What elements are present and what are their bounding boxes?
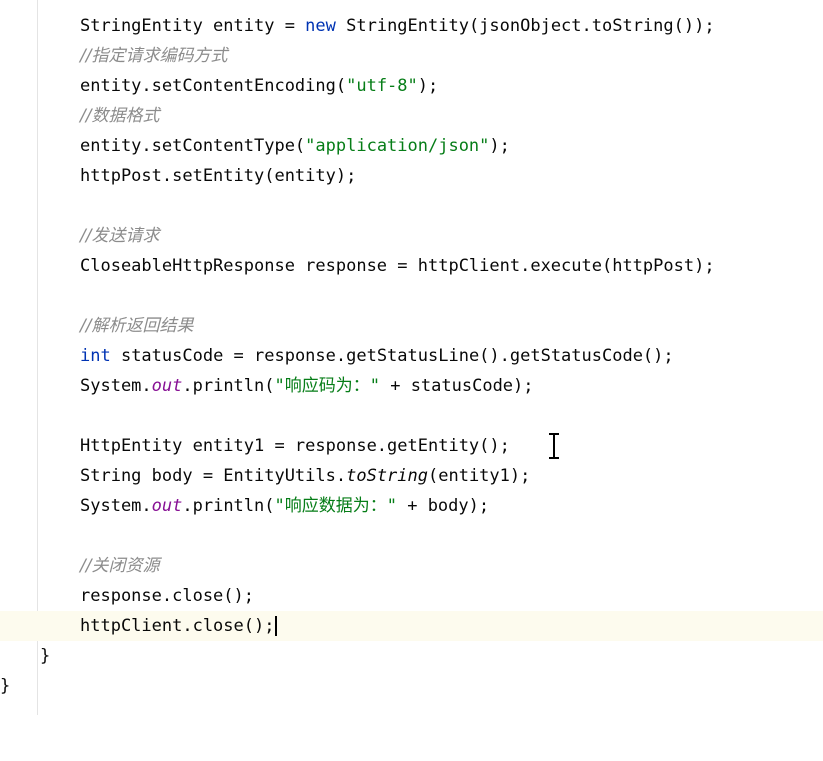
- code-line: }: [0, 641, 823, 671]
- code-line: //关闭资源: [0, 551, 823, 581]
- string-literal: "响应数据为：": [274, 496, 397, 516]
- code-line: //指定请求编码方式: [0, 41, 823, 71]
- code-text: httpPost.setEntity(entity);: [80, 166, 357, 186]
- code-line: HttpEntity entity1 = response.getEntity(…: [0, 431, 823, 461]
- comment: //解析返回结果: [80, 316, 194, 336]
- code-line: StringEntity entity = new StringEntity(j…: [0, 11, 823, 41]
- code-text: }: [40, 646, 51, 666]
- code-line: //解析返回结果: [0, 311, 823, 341]
- static-method: toString: [346, 466, 428, 486]
- code-text: System.: [80, 376, 152, 396]
- code-text: System.: [80, 496, 152, 516]
- code-text: String body = EntityUtils.: [80, 466, 347, 486]
- comment: //发送请求: [80, 226, 160, 246]
- code-editor[interactable]: StringEntity entity = new StringEntity(j…: [0, 0, 823, 715]
- static-field: out: [151, 376, 183, 396]
- code-text: HttpEntity entity1 = response.getEntity(…: [80, 436, 510, 456]
- string-literal: "响应码为：": [274, 376, 380, 396]
- code-line: String body = EntityUtils.toString(entit…: [0, 461, 823, 491]
- static-field: out: [151, 496, 183, 516]
- code-text: );: [489, 136, 510, 156]
- string-literal: "utf-8": [346, 76, 418, 96]
- current-line: httpClient.close();: [0, 611, 823, 641]
- code-line: //数据格式: [0, 101, 823, 131]
- code-line: httpPost.setEntity(entity);: [0, 161, 823, 191]
- code-line: System.out.println("响应码为：" + statusCode)…: [0, 371, 823, 401]
- code-text: CloseableHttpResponse response = httpCli…: [80, 256, 715, 276]
- code-text: entity.setContentType(: [80, 136, 306, 156]
- code-text: httpClient.close();: [80, 616, 275, 636]
- code-line: entity.setContentEncoding("utf-8");: [0, 71, 823, 101]
- code-text: response.close();: [80, 586, 254, 606]
- string-literal: "application/json": [305, 136, 490, 156]
- code-text: statusCode = response.getStatusLine().ge…: [110, 346, 674, 366]
- code-text: (entity1);: [428, 466, 531, 486]
- code-line: response.close();: [0, 581, 823, 611]
- ibeam-cursor-icon: [549, 433, 559, 459]
- text-caret: [275, 616, 278, 636]
- code-text: StringEntity(jsonObject.toString());: [335, 16, 715, 36]
- code-line: //发送请求: [0, 221, 823, 251]
- keyword: int: [80, 346, 111, 366]
- code-line: }: [0, 671, 823, 701]
- code-line: entity.setContentType("application/json"…: [0, 131, 823, 161]
- keyword: new: [305, 16, 336, 36]
- comment: //关闭资源: [80, 556, 160, 576]
- comment: //数据格式: [80, 106, 160, 126]
- code-text: .println(: [182, 376, 275, 396]
- code-line: int statusCode = response.getStatusLine(…: [0, 341, 823, 371]
- code-text: entity.setContentEncoding(: [80, 76, 347, 96]
- code-text: + statusCode);: [379, 376, 534, 396]
- code-text: StringEntity entity =: [80, 16, 306, 36]
- code-text: .println(: [182, 496, 275, 516]
- code-line: CloseableHttpResponse response = httpCli…: [0, 251, 823, 281]
- code-line: System.out.println("响应数据为：" + body);: [0, 491, 823, 521]
- comment: //指定请求编码方式: [80, 46, 228, 66]
- code-text: );: [417, 76, 439, 96]
- code-text: + body);: [396, 496, 490, 516]
- code-text: }: [0, 676, 11, 696]
